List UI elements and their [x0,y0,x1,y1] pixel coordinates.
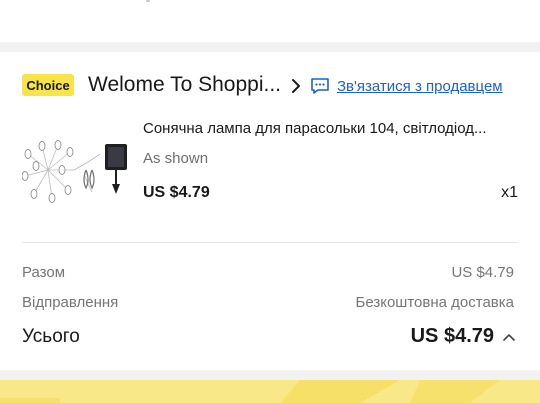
promo-banner [0,380,540,403]
product-quantity: x1 [501,184,518,201]
subtotal-label: Разом [22,264,66,281]
total-label: Усього [22,326,80,347]
banner-pattern [0,380,500,403]
subtotal-value: US $4.79 [451,264,514,281]
choice-badge: Choice [22,74,74,96]
total-row[interactable]: Усього US $4.79 [22,324,518,352]
shipping-row: Відправлення Безкоштовна доставка [22,294,514,314]
product-title[interactable]: Сонячна лампа для парасольки 104, світло… [143,120,523,137]
product-image[interactable] [22,140,134,206]
contact-seller-label[interactable]: Зв'язатися з продавцем [337,78,503,95]
chat-icon [311,78,329,94]
chevron-right-icon[interactable] [290,78,302,94]
chevron-up-icon[interactable] [502,332,516,342]
shipping-value: Безкоштовна доставка [355,294,515,311]
store-name[interactable]: Welome To Shoppi... [88,73,288,97]
divider [22,242,518,243]
total-value: US $4.79 [410,325,494,347]
shipping-label: Відправлення [22,294,119,311]
previous-section [0,0,540,42]
order-card: Choice Welome To Shoppi... Зв'язатися з … [0,52,540,370]
divider-dot [146,0,150,2]
contact-seller-link[interactable]: Зв'язатися з продавцем [310,74,503,98]
product-price: US $4.79 [143,184,210,201]
subtotal-row: Разом US $4.79 [22,264,514,284]
store-header[interactable]: Choice Welome To Shoppi... Зв'язатися з … [22,72,522,100]
product-variant: As shown [143,150,209,167]
